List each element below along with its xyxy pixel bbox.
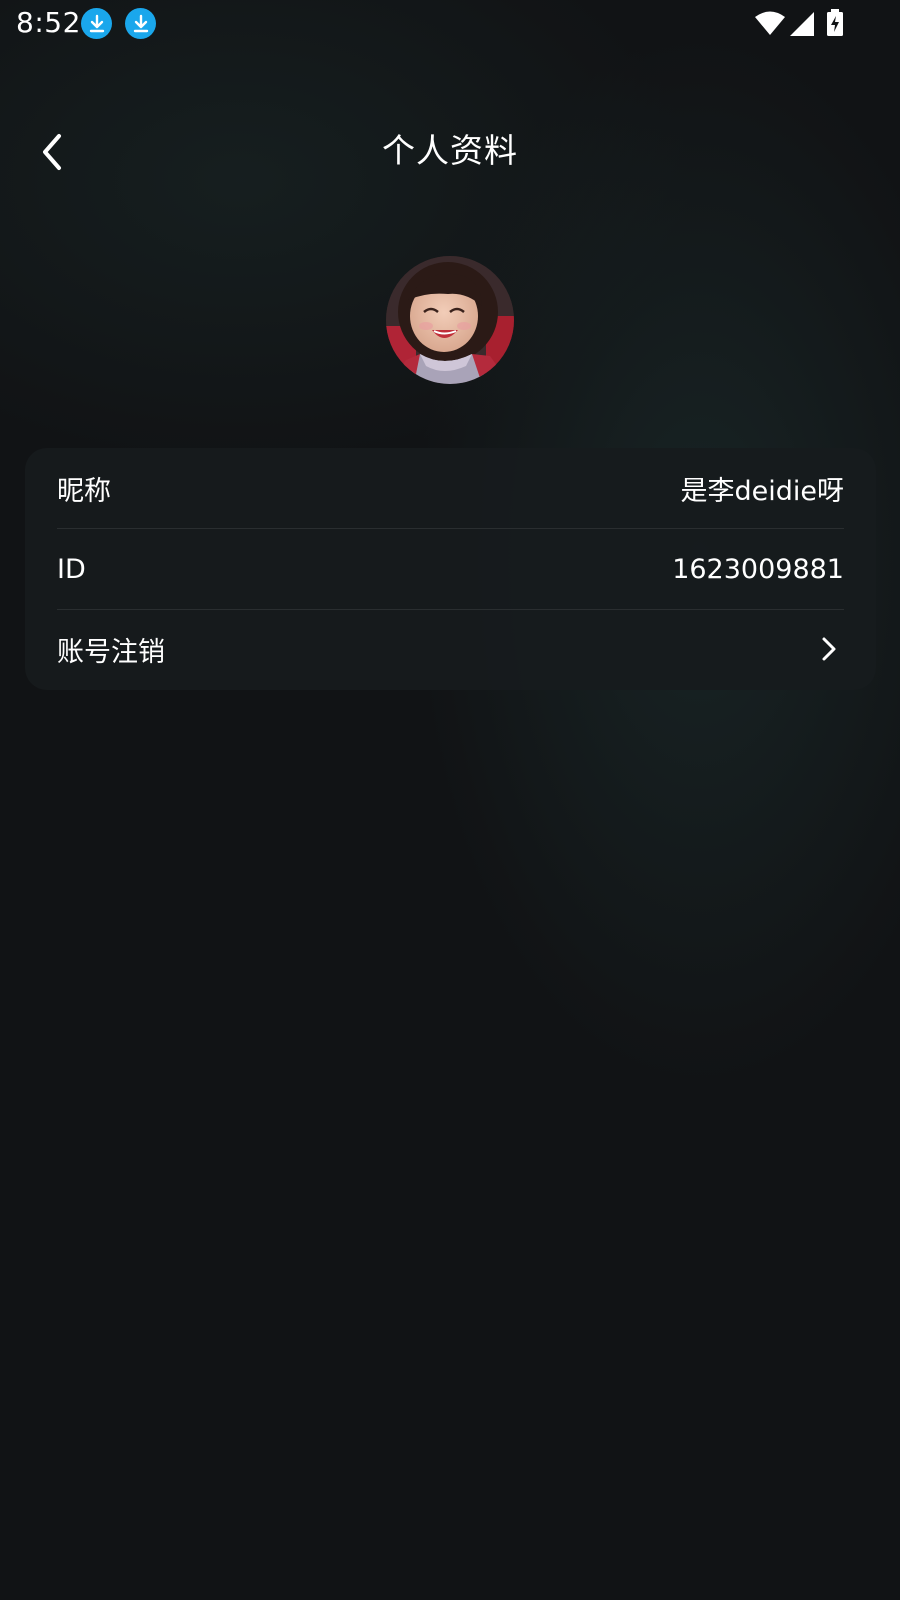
wifi-icon [754,10,786,40]
signal-icon [789,11,815,41]
avatar[interactable] [386,256,514,384]
id-label: ID [57,553,86,585]
profile-info-card: 昵称 是李deidie呀 ID 1623009881 账号注销 [25,448,876,690]
battery-charging-icon [826,9,844,41]
download-icon [81,8,112,39]
download-icon [125,8,156,39]
nickname-row[interactable]: 昵称 是李deidie呀 [57,448,844,528]
status-time: 8:52 [16,6,81,39]
nickname-label: 昵称 [57,475,111,507]
id-row: ID 1623009881 [57,529,844,609]
nickname-value: 是李deidie呀 [680,475,844,507]
page-title: 个人资料 [382,131,518,170]
status-bar: 8:52 [0,0,900,48]
account-cancellation-row[interactable]: 账号注销 [57,609,844,689]
account-cancellation-label: 账号注销 [57,636,165,668]
avatar-photo [386,256,514,384]
chevron-right-icon [814,629,844,669]
background-gradient [0,0,900,1600]
id-value: 1623009881 [672,553,844,585]
